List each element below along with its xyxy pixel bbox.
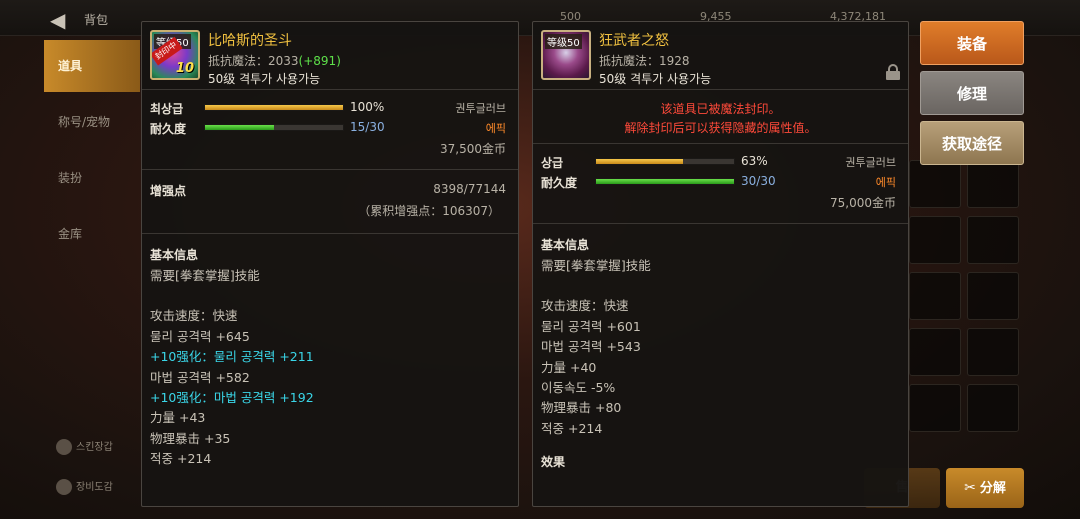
info-line: 물리 공격력 +645: [150, 328, 250, 344]
enhance-level-badge: 10: [175, 61, 194, 76]
inventory-slot[interactable]: [909, 216, 961, 264]
bag-title: 背包: [84, 13, 109, 27]
inventory-slot[interactable]: [909, 384, 961, 432]
enhance-cumulative: （累积增强点：106307）: [358, 204, 500, 218]
info-line: 物理暴击 +35: [150, 430, 231, 446]
info-line: 物理暴击 +80: [541, 400, 622, 416]
grade-bar: [595, 158, 735, 165]
item-rarity: 에픽: [875, 176, 896, 189]
info-line: 적중 +214: [541, 420, 603, 436]
durability-bar-fill: [205, 125, 274, 130]
inventory-slot[interactable]: [967, 384, 1019, 432]
item-type: 권투글러브: [455, 102, 506, 115]
item-name: 比哈斯的圣斗: [208, 33, 292, 49]
inventory-slot[interactable]: [909, 328, 961, 376]
info-line: 攻击速度：快速: [150, 308, 238, 324]
durability-label: 耐久度: [541, 176, 578, 190]
seal-notice: 该道具已被魔法封印。 解除封印后可以获得隐藏的属性值。: [533, 90, 908, 144]
enhance-value: 8398/77144: [433, 182, 506, 196]
decompose-button[interactable]: ✂ 分解: [946, 468, 1024, 508]
equip-button[interactable]: 装备: [920, 21, 1024, 65]
obtain-source-button[interactable]: 获取途径: [920, 121, 1024, 165]
item-price: 37,500金币: [440, 142, 506, 156]
item-price: 75,000金币: [830, 196, 896, 210]
grade-durability: 상급 63% 耐久度 30/30 권투글러브 에픽 75,000金币: [533, 144, 908, 224]
durability-value: 30/30: [741, 174, 776, 188]
item-tooltip-right: 等级50 狂武者之怒 抵抗魔法：1928 50级 격투가 사용가능 该道具已被魔…: [532, 21, 909, 507]
durability-bar: [204, 124, 344, 131]
item-name: 狂武者之怒: [599, 33, 669, 49]
info-line: 물리 공격력 +601: [541, 318, 641, 334]
grade-bar-fill: [205, 105, 343, 110]
nav-item-vault[interactable]: 金库: [44, 208, 140, 260]
info-line: 力量 +43: [150, 410, 206, 426]
nav-item-items[interactable]: 道具: [44, 40, 140, 92]
inventory-grid: [905, 160, 1023, 460]
effect-title: 效果: [541, 455, 566, 470]
grade-label: 최상급: [150, 102, 184, 116]
info-line: 攻击速度：快速: [541, 298, 629, 314]
nav-item-avatar[interactable]: 装扮: [44, 152, 140, 204]
seal-notice-line: 该道具已被魔法封印。: [660, 102, 781, 116]
info-gap: [150, 286, 510, 306]
inventory-slot[interactable]: [967, 272, 1019, 320]
durability-label: 耐久度: [150, 122, 187, 136]
item-header: 等级50 狂武者之怒 抵抗魔法：1928 50级 격투가 사용가능: [533, 22, 908, 90]
item-requirement: 50级 격투가 사용가능: [599, 72, 712, 86]
info-line: 마법 공격력 +543: [541, 339, 641, 355]
info-line: 마법 공격력 +582: [150, 369, 250, 385]
basic-info: 基本信息 需要[拳套掌握]技能 攻击速度：快速 물리 공격력 +645 +10强…: [142, 234, 518, 470]
seal-notice-line: 解除封印后可以获得隐藏的属性值。: [624, 121, 817, 135]
grade-value: 100%: [350, 100, 385, 114]
item-requirement: 50级 격투가 사용가능: [208, 72, 321, 86]
durability-bar: [595, 178, 735, 185]
nav-footer-codex[interactable]: 장비도감: [56, 478, 113, 495]
book-icon: [56, 479, 72, 495]
inventory-slot[interactable]: [909, 160, 961, 208]
basic-info-title: 基本信息: [541, 238, 590, 252]
info-line: 力量 +40: [541, 359, 597, 375]
magic-resist: 抵抗魔法：1928: [599, 54, 690, 68]
item-tooltip-left: 等级50 封印中 10 比哈斯的圣斗 抵抗魔法：2033(+891) 50级 격…: [141, 21, 519, 507]
item-header: 等级50 封印中 10 比哈斯的圣斗 抵抗魔法：2033(+891) 50级 격…: [142, 22, 518, 90]
basic-info: 基本信息 需要[拳套掌握]技能 攻击速度：快速 물리 공격력 +601 마법 공…: [533, 224, 908, 473]
info-line-enhance: +10强化：마법 공격력 +192: [150, 389, 314, 405]
magic-resist: 抵抗魔法：2033(+891): [208, 54, 341, 68]
durability-bar-fill: [596, 179, 734, 184]
lock-icon[interactable]: [886, 64, 900, 80]
enhance-label: 增强点: [150, 184, 187, 198]
fist-weapon-icon: 等级50 封印中 10: [150, 30, 200, 80]
glove-icon: [56, 439, 72, 455]
grade-value: 63%: [741, 154, 768, 168]
info-gap: [541, 276, 900, 296]
nav-footer-skin[interactable]: 스킨장갑: [56, 438, 113, 455]
grade-label: 상급: [541, 156, 564, 170]
back-arrow-icon[interactable]: ◀: [50, 8, 65, 32]
repair-button[interactable]: 修理: [920, 71, 1024, 115]
info-line: 이동속도 -5%: [541, 379, 616, 395]
inventory-slot[interactable]: [967, 328, 1019, 376]
basic-info-title: 基本信息: [150, 248, 199, 262]
grade-bar-fill: [596, 159, 683, 164]
nav-item-titles[interactable]: 称号/宠物: [44, 96, 140, 148]
item-type: 권투글러브: [845, 156, 896, 169]
inventory-slot[interactable]: [909, 272, 961, 320]
info-gap: [541, 439, 900, 453]
item-rarity: 에픽: [485, 122, 506, 135]
inventory-slot[interactable]: [967, 216, 1019, 264]
enhance-points: 增强点 8398/77144 （累积增强点：106307）: [142, 170, 518, 234]
decompose-icon: ✂: [964, 480, 976, 496]
fist-weapon-icon: 等级50: [541, 30, 591, 80]
magic-resist-bonus: (+891): [298, 54, 341, 68]
grade-durability: 최상급 100% 耐久度 15/30 권투글러브 에픽 37,500金币: [142, 90, 518, 170]
grade-bar: [204, 104, 344, 111]
info-line: 需要[拳套掌握]技能: [541, 258, 651, 273]
level-badge: 等级50: [545, 34, 582, 49]
durability-value: 15/30: [350, 120, 385, 134]
info-line: 需要[拳套掌握]技能: [150, 268, 260, 283]
info-line: 적중 +214: [150, 451, 212, 467]
inventory-slot[interactable]: [967, 160, 1019, 208]
info-line-enhance: +10强化：물리 공격력 +211: [150, 349, 314, 365]
